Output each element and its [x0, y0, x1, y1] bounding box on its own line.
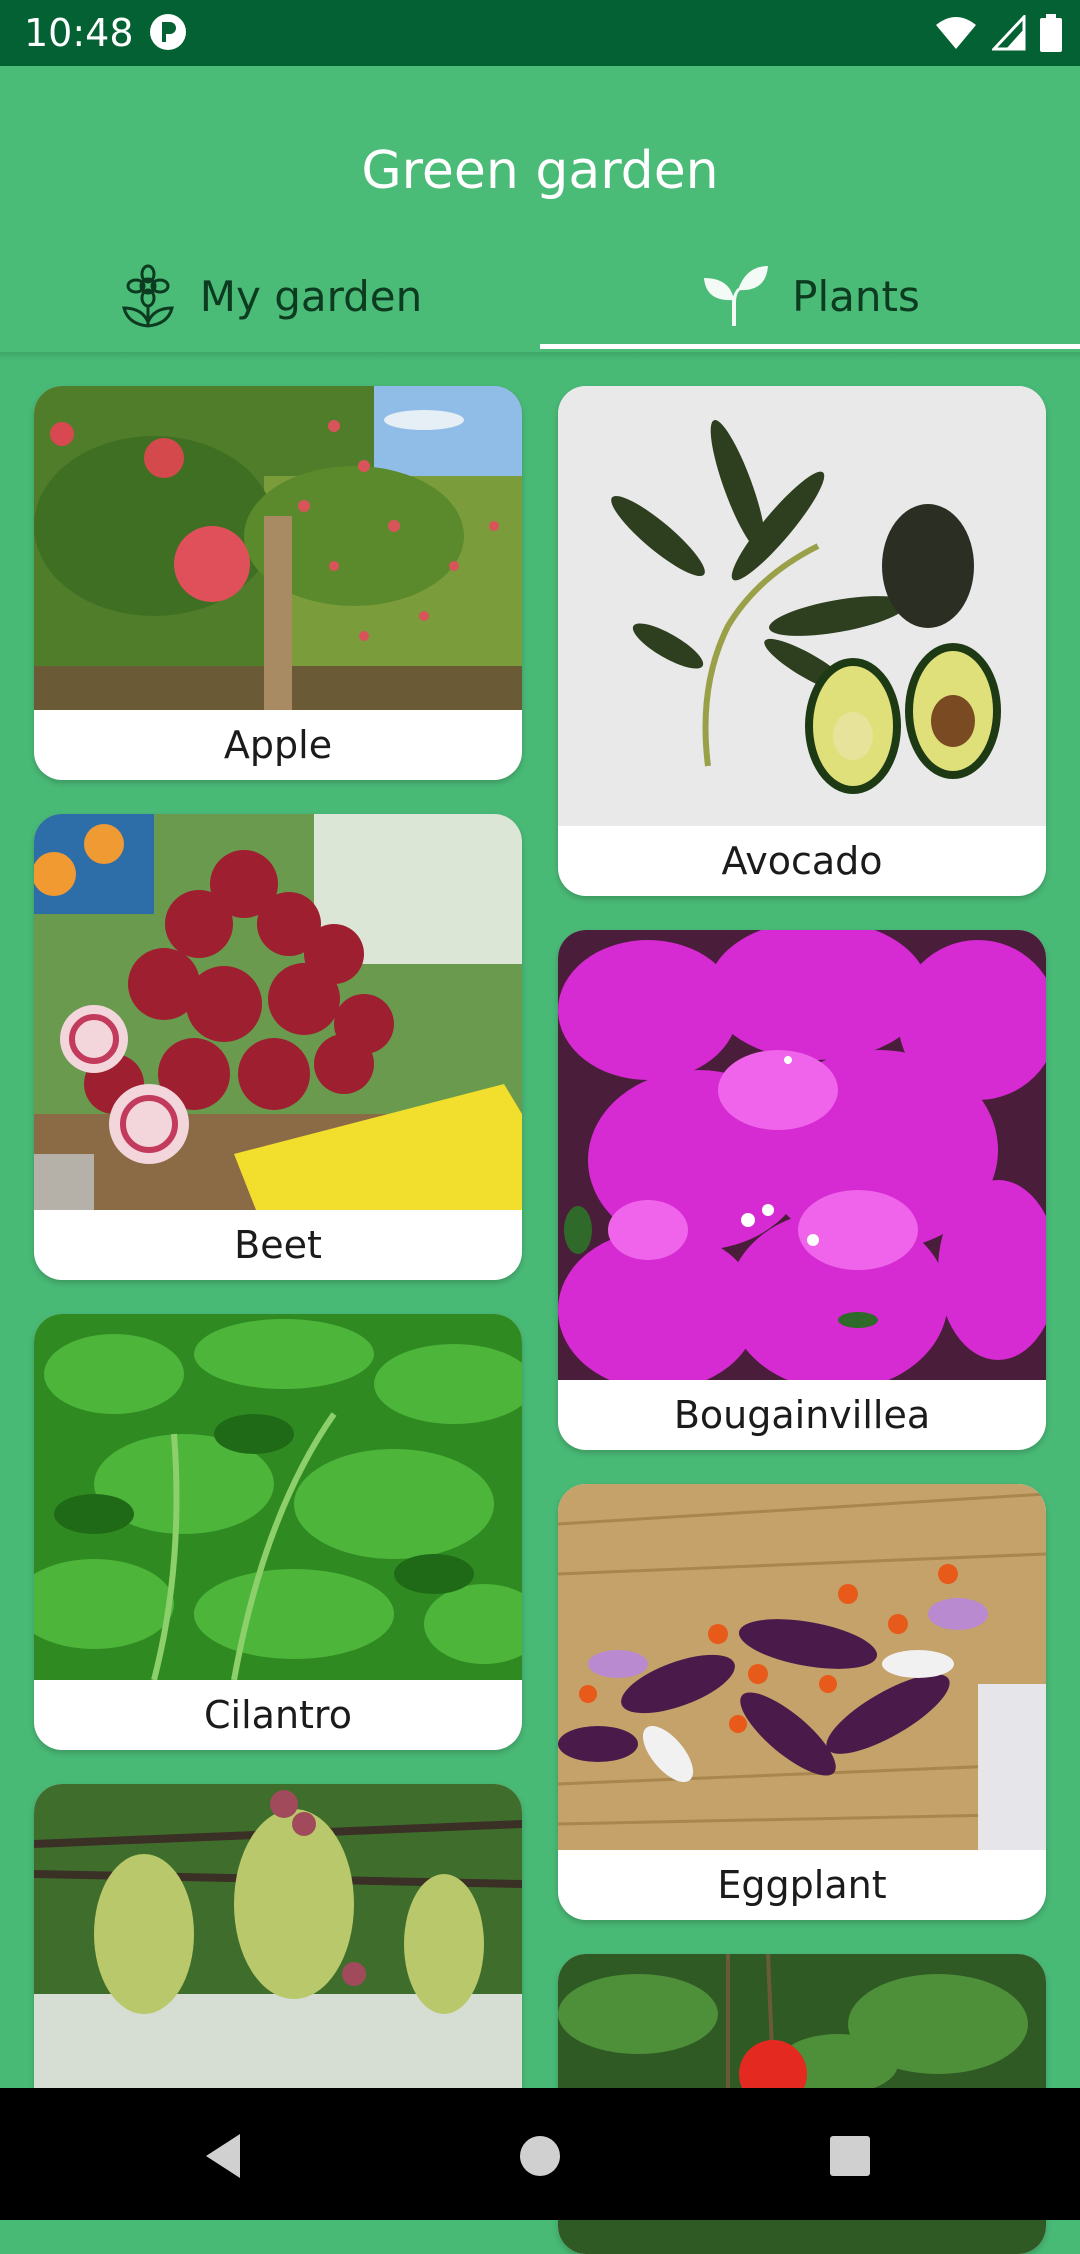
plant-name: Apple: [223, 723, 333, 767]
recents-icon[interactable]: [820, 2126, 880, 2186]
plant-name: Cilantro: [204, 1693, 352, 1737]
tab-my-garden[interactable]: My garden: [0, 246, 540, 346]
status-time: 10:48: [24, 11, 134, 55]
app-bar: Green garden My garden Plants: [0, 66, 1080, 352]
tab-label: Plants: [792, 271, 920, 321]
navigation-bar: [0, 2088, 1080, 2220]
plant-photo: [558, 1484, 1046, 1850]
tab-indicator: [540, 344, 1080, 349]
plant-card-avocado[interactable]: Avocado: [558, 386, 1046, 896]
plant-card-cilantro[interactable]: Cilantro: [34, 1314, 522, 1750]
plant-photo: [34, 1314, 522, 1680]
plant-card-eggplant[interactable]: Eggplant: [558, 1484, 1046, 1920]
sprout-icon: [704, 266, 769, 326]
app-notification-icon: [150, 14, 186, 50]
back-icon[interactable]: [196, 2126, 256, 2186]
app-title: Green garden: [361, 141, 719, 201]
plant-photo: [558, 930, 1046, 1380]
app-bar-shadow: [0, 352, 1080, 360]
plant-photo: [34, 814, 522, 1210]
tab-plants[interactable]: Plants: [540, 246, 1080, 346]
plant-name: Beet: [234, 1223, 322, 1267]
plant-card-beet[interactable]: Beet: [34, 814, 522, 1280]
cell-signal-icon: [992, 15, 1026, 51]
home-icon[interactable]: [510, 2126, 570, 2186]
plant-name: Eggplant: [717, 1863, 887, 1907]
tab-label: My garden: [199, 271, 423, 321]
status-bar: 10:48: [0, 0, 1080, 66]
flower-icon: [121, 264, 174, 328]
wifi-icon: [936, 17, 976, 49]
battery-icon: [1040, 14, 1062, 52]
plant-photo: [34, 386, 522, 710]
plant-name: Bougainvillea: [673, 1393, 931, 1437]
plant-card-bougainvillea[interactable]: Bougainvillea: [558, 930, 1046, 1450]
plant-name: Avocado: [721, 839, 883, 883]
plant-photo: [558, 386, 1046, 826]
plant-card-apple[interactable]: Apple: [34, 386, 522, 780]
